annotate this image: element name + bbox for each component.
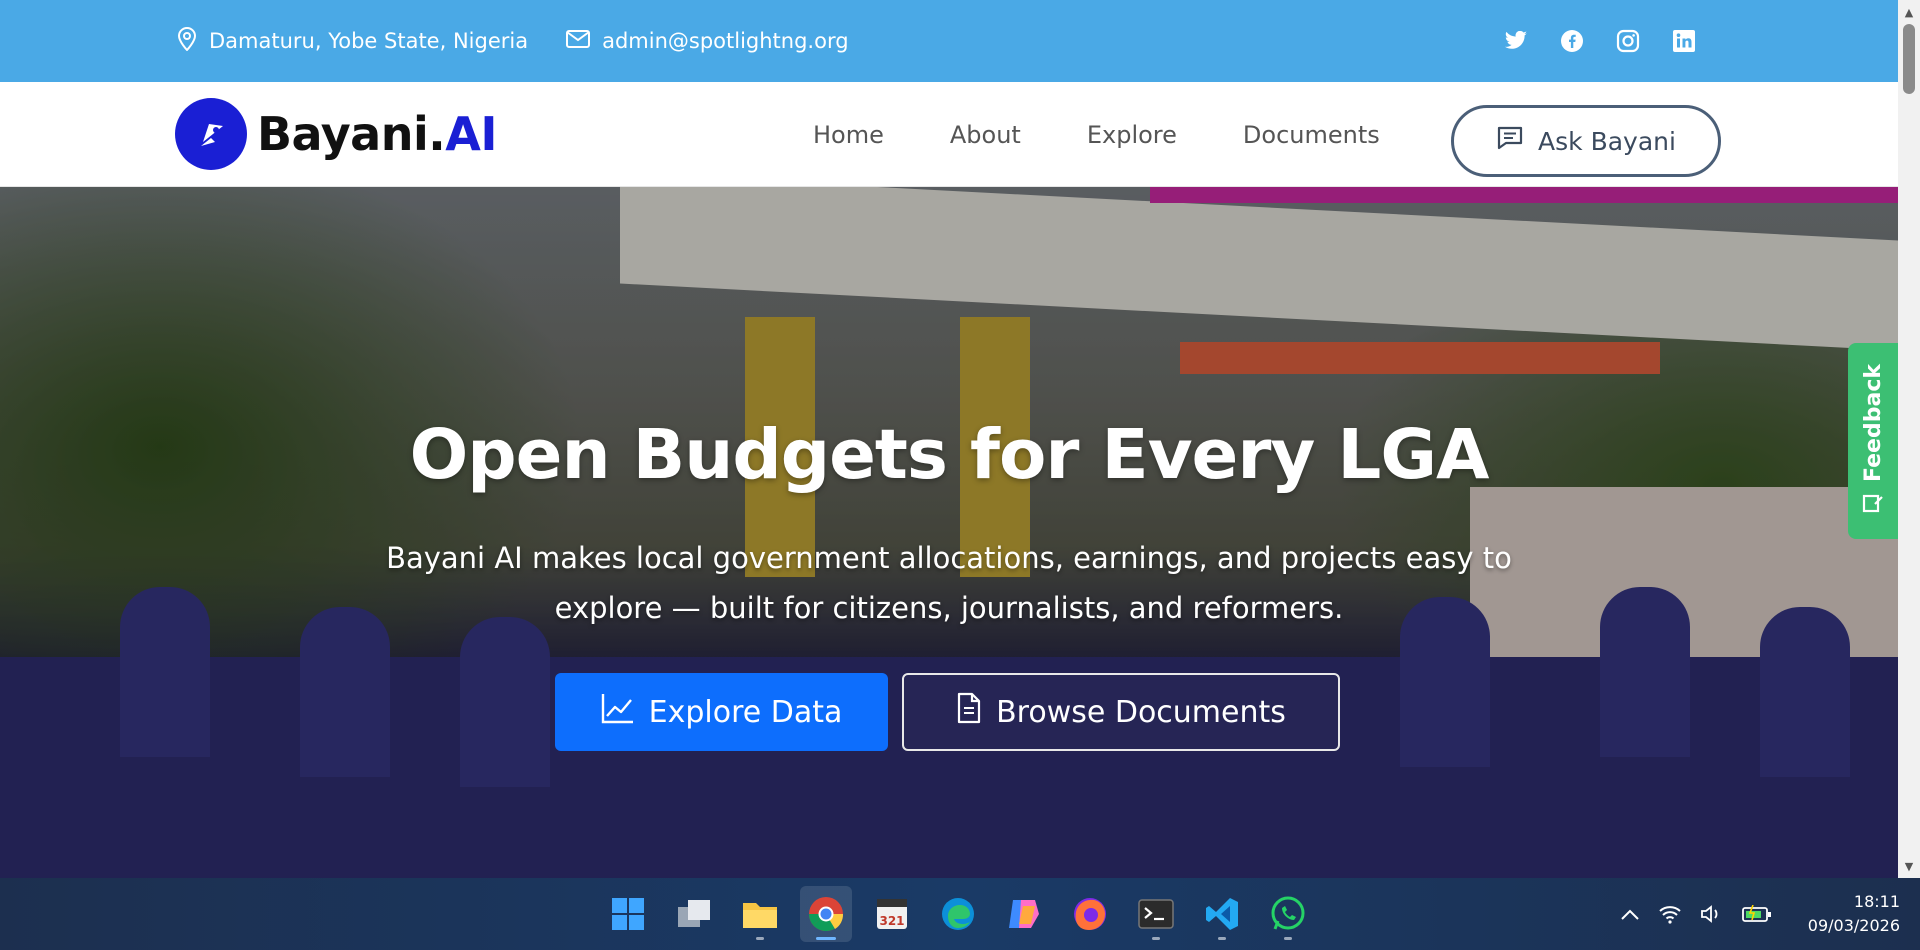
windows-taskbar: 321 18:11 09/03/2026: [0, 878, 1920, 950]
app-running-indicator: [1284, 937, 1292, 940]
terminal-icon[interactable]: [1130, 886, 1182, 942]
vscode-icon[interactable]: [1196, 886, 1248, 942]
explore-data-button[interactable]: Explore Data: [555, 673, 888, 751]
feedback-label: Feedback: [1860, 364, 1886, 482]
social-links: [1502, 0, 1698, 82]
clock-date: 09/03/2026: [1807, 916, 1900, 935]
app-active-indicator: [816, 937, 836, 940]
app-running-indicator: [756, 937, 764, 940]
windows-start-icon[interactable]: [602, 886, 654, 942]
ask-bayani-button[interactable]: Ask Bayani: [1451, 105, 1721, 177]
edge-icon[interactable]: [932, 886, 984, 942]
app-running-indicator: [1218, 937, 1226, 940]
instagram-icon[interactable]: [1614, 27, 1642, 55]
media-app-icon[interactable]: 321: [866, 886, 918, 942]
explore-data-label: Explore Data: [648, 694, 843, 730]
brand-name: Bayani.AI: [257, 107, 497, 161]
hero-section: Open Budgets for Every LGA Bayani AI mak…: [0, 187, 1898, 878]
main-navbar: Bayani.AI Home About Explore Documents A…: [0, 82, 1898, 187]
twitter-icon[interactable]: [1502, 27, 1530, 55]
location-text: Damaturu, Yobe State, Nigeria: [209, 29, 529, 53]
feedback-tab[interactable]: Feedback: [1848, 343, 1898, 539]
nav-link-home[interactable]: Home: [780, 121, 917, 149]
location-pin-icon: [177, 26, 197, 56]
scrollbar-thumb[interactable]: [1903, 24, 1915, 94]
linkedin-icon[interactable]: [1670, 27, 1698, 55]
scroll-up-arrow-icon[interactable]: ▲: [1898, 2, 1920, 22]
page-scrollbar[interactable]: ▲ ▼: [1898, 0, 1920, 878]
brand-name-main: Bayani.: [257, 107, 446, 161]
contact-info: Damaturu, Yobe State, Nigeria admin@spot…: [177, 0, 849, 82]
system-tray: [1620, 878, 1772, 950]
whatsapp-icon[interactable]: [1262, 886, 1314, 942]
hero-subtitle: Bayani AI makes local government allocat…: [386, 541, 1512, 625]
app-running-indicator: [1152, 937, 1160, 940]
chrome-icon[interactable]: [800, 886, 852, 942]
hero-content: Open Budgets for Every LGA Bayani AI mak…: [0, 187, 1898, 878]
volume-icon[interactable]: [1700, 904, 1724, 924]
chevron-up-icon[interactable]: [1620, 907, 1640, 921]
taskbar-apps: 321: [602, 878, 1314, 950]
hero-title: Open Budgets for Every LGA: [409, 415, 1490, 495]
document-icon: [956, 692, 982, 732]
feedback-edit-icon: [1862, 492, 1884, 518]
envelope-icon: [566, 29, 591, 53]
email-item[interactable]: admin@spotlightng.org: [566, 29, 849, 53]
line-chart-icon: [601, 692, 635, 732]
wifi-icon[interactable]: [1658, 904, 1682, 924]
taskbar-clock[interactable]: 18:11 09/03/2026: [1780, 890, 1900, 938]
nav-link-explore[interactable]: Explore: [1054, 121, 1210, 149]
location-item: Damaturu, Yobe State, Nigeria: [177, 26, 529, 56]
browse-documents-label: Browse Documents: [996, 694, 1286, 730]
email-link[interactable]: admin@spotlightng.org: [602, 29, 848, 53]
task-view-icon[interactable]: [668, 886, 720, 942]
scroll-down-arrow-icon[interactable]: ▼: [1898, 856, 1920, 876]
nav-link-documents[interactable]: Documents: [1210, 121, 1413, 149]
top-info-bar: Damaturu, Yobe State, Nigeria admin@spot…: [0, 0, 1898, 82]
svg-text:321: 321: [879, 914, 904, 928]
ask-bayani-label: Ask Bayani: [1538, 126, 1676, 156]
brand-name-accent: AI: [445, 107, 497, 161]
nav-link-about[interactable]: About: [917, 121, 1054, 149]
facebook-icon[interactable]: [1558, 27, 1586, 55]
file-explorer-icon[interactable]: [734, 886, 786, 942]
brand-logo-link[interactable]: Bayani.AI: [175, 98, 497, 170]
copilot-icon[interactable]: [998, 886, 1050, 942]
bayani-logo-icon: [175, 98, 247, 170]
browse-documents-button[interactable]: Browse Documents: [902, 673, 1340, 751]
hero-cta-group: Explore Data Browse Documents: [555, 673, 1340, 751]
clock-time: 18:11: [1853, 892, 1900, 911]
battery-icon[interactable]: [1742, 905, 1772, 923]
chat-icon: [1496, 125, 1524, 157]
firefox-icon[interactable]: [1064, 886, 1116, 942]
nav-links: Home About Explore Documents: [780, 82, 1413, 187]
